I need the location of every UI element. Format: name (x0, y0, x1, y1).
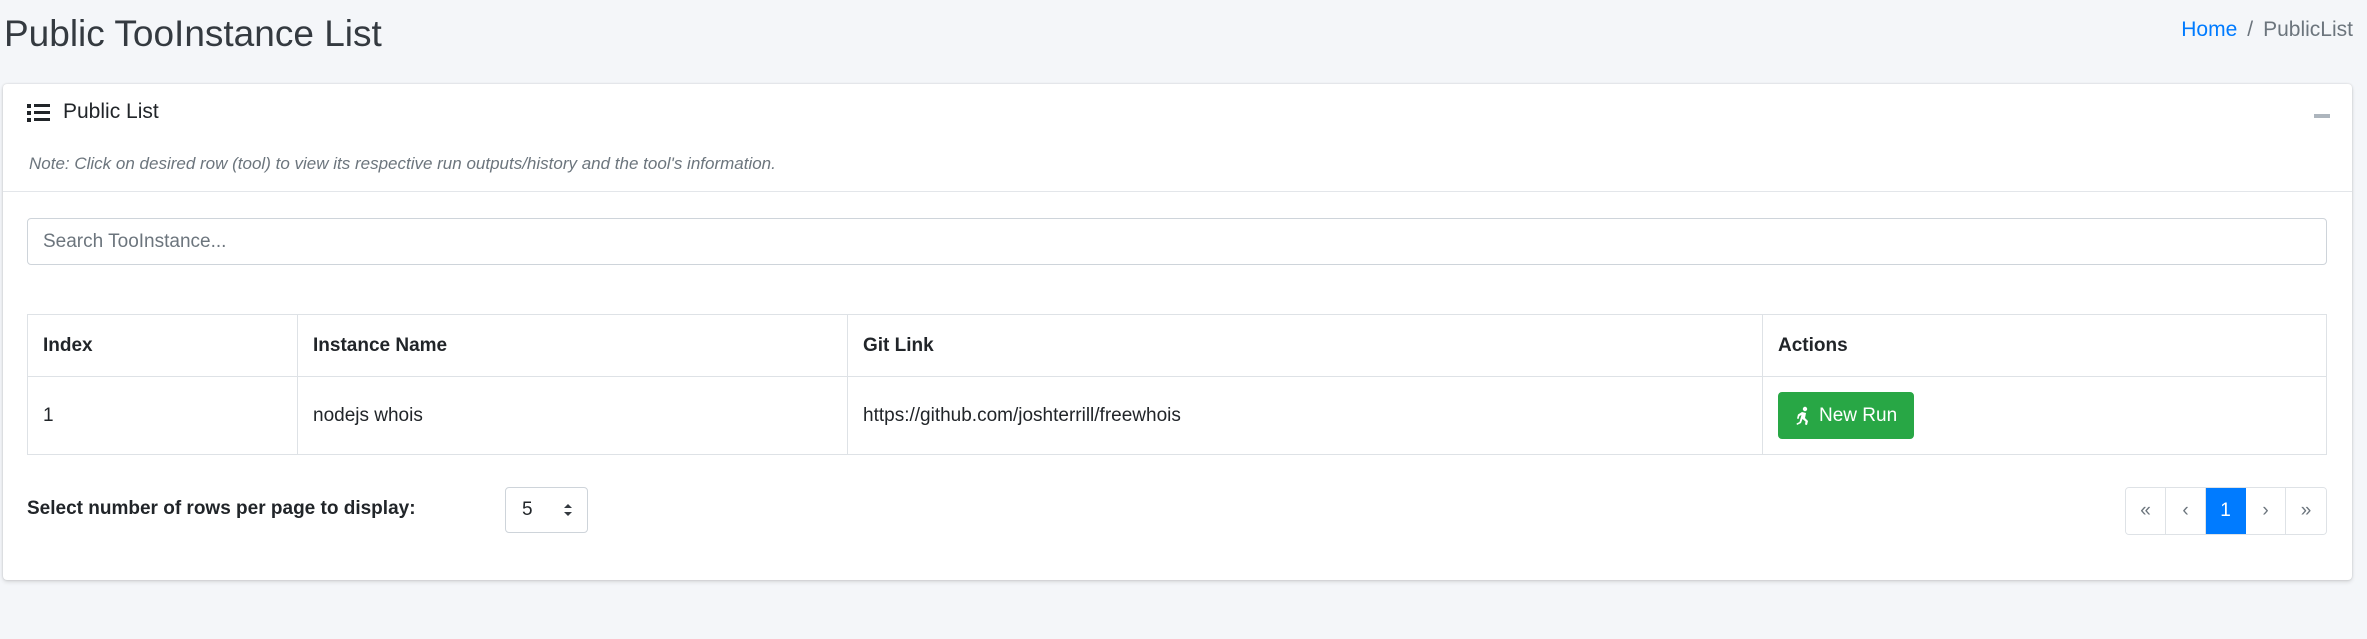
rows-per-page-label: Select number of rows per page to displa… (27, 498, 416, 519)
cell-git-link: https://github.com/joshterrill/freewhois (847, 376, 1763, 455)
breadcrumb-current: PublicList (2263, 18, 2353, 41)
pagination-last[interactable]: » (2286, 488, 2326, 534)
search-input[interactable] (27, 218, 2327, 265)
cell-instance-name: nodejs whois (297, 376, 848, 455)
table-row[interactable]: 1 nodejs whois https://github.com/joshte… (27, 376, 2327, 455)
instance-table: Index Instance Name Git Link Actions 1 n… (27, 314, 2327, 455)
new-run-button[interactable]: New Run (1778, 392, 1915, 439)
cell-actions: New Run (1762, 376, 2327, 455)
header-index: Index (27, 314, 298, 377)
list-icon (27, 102, 51, 122)
rows-per-page-select[interactable]: 5 (505, 487, 588, 533)
pagination-first[interactable]: « (2126, 488, 2166, 534)
new-run-label: New Run (1819, 404, 1898, 426)
card-note: Note: Click on desired row (tool) to vie… (29, 154, 776, 173)
table-header-row: Index Instance Name Git Link Actions (27, 314, 2327, 377)
rows-per-page-value: 5 (522, 499, 533, 520)
pagination-page-1[interactable]: 1 (2206, 488, 2246, 534)
select-caret-icon (564, 504, 572, 516)
running-person-icon (1796, 406, 1808, 425)
page-title: Public TooInstance List (4, 13, 382, 54)
header-instance-name: Instance Name (297, 314, 848, 377)
card-header: Public List Note: Click on desired row (… (3, 84, 2352, 192)
header-actions: Actions (1762, 314, 2327, 377)
breadcrumb-home-link[interactable]: Home (2181, 18, 2237, 42)
pagination-prev[interactable]: ‹ (2166, 488, 2206, 534)
public-list-card: Public List Note: Click on desired row (… (3, 84, 2352, 580)
breadcrumb: Home / PublicList (2181, 18, 2353, 42)
collapse-minus-icon[interactable] (2314, 114, 2330, 118)
card-title: Public List (27, 100, 159, 124)
breadcrumb-separator: / (2247, 18, 2254, 41)
pagination-next[interactable]: › (2246, 488, 2286, 534)
pagination: « ‹ 1 › » (2125, 487, 2327, 535)
card-title-label: Public List (63, 100, 159, 123)
cell-index: 1 (27, 376, 298, 455)
header-git-link: Git Link (847, 314, 1763, 377)
